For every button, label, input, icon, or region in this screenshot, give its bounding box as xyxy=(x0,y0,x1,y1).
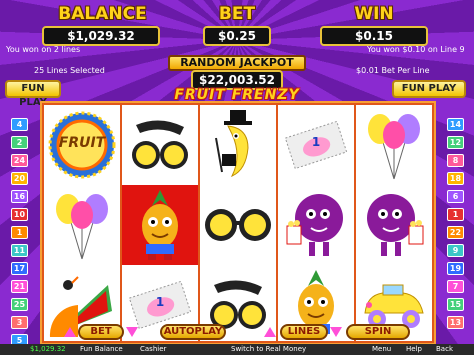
line-number[interactable]: 22 xyxy=(447,226,464,239)
ticket-symbol: 1 xyxy=(278,105,354,185)
reel-3 xyxy=(200,105,276,341)
won-lines-text: You won on 2 lines xyxy=(6,45,81,54)
line-number[interactable]: 1 xyxy=(11,226,28,239)
bet-per-line-text: $0.01 Bet Per Line xyxy=(356,66,430,75)
status-balance: $1,029.32 xyxy=(30,345,66,353)
line-number[interactable]: 3 xyxy=(11,316,28,329)
win-label: WIN xyxy=(354,4,394,24)
reel-2: 1 xyxy=(122,105,198,341)
line-numbers-left: 4 2 24 20 16 10 1 11 17 21 25 3 5 xyxy=(11,103,30,347)
line-number[interactable]: 20 xyxy=(11,172,28,185)
won-line-amount-text: You won $0.10 on Line 9 xyxy=(367,45,465,54)
line-number[interactable]: 13 xyxy=(447,316,464,329)
balloons-icon xyxy=(368,114,420,180)
line-number[interactable]: 24 xyxy=(11,154,28,167)
reel-4: 1 xyxy=(278,105,354,341)
line-number[interactable]: 1 xyxy=(447,208,464,221)
menu-link[interactable]: Menu xyxy=(372,345,391,353)
plum-symbol xyxy=(278,185,354,265)
line-number[interactable]: 18 xyxy=(447,172,464,185)
cashier-link[interactable]: Cashier xyxy=(140,345,166,353)
autoplay-button[interactable]: AUTOPLAY xyxy=(160,324,226,340)
switch-real-money-link[interactable]: Switch to Real Money xyxy=(231,345,306,353)
banana-character-icon xyxy=(215,110,252,177)
line-number[interactable]: 4 xyxy=(11,118,28,131)
line-number[interactable]: 25 xyxy=(11,298,28,311)
fruit-symbol-text: FRUIT xyxy=(58,135,106,151)
glasses-icon xyxy=(132,120,188,169)
line-number[interactable]: 14 xyxy=(447,118,464,131)
win-value: $0.15 xyxy=(320,26,428,46)
lines-selected-text: 25 Lines Selected xyxy=(34,66,105,75)
balloons-icon xyxy=(56,194,108,260)
fun-play-left-badge: FUN PLAY xyxy=(5,80,61,108)
line-number[interactable]: 11 xyxy=(11,244,28,257)
bet-label: BET xyxy=(218,4,256,24)
line-number[interactable]: 9 xyxy=(447,244,464,257)
reel-area: FRUIT 1 1 xyxy=(40,101,436,345)
glasses-symbol xyxy=(200,185,276,265)
ticket-number: 1 xyxy=(311,135,321,149)
plum-character-icon xyxy=(367,194,424,256)
bet-value: $0.25 xyxy=(203,26,271,46)
jackpot-label: RANDOM JACKPOT xyxy=(168,55,306,71)
line-number[interactable]: 19 xyxy=(447,262,464,275)
line-number[interactable]: 7 xyxy=(447,280,464,293)
line-number[interactable]: 17 xyxy=(11,262,28,275)
pineapple-character-icon xyxy=(142,190,178,260)
line-numbers-right: 14 12 8 18 6 1 22 9 19 7 15 13 xyxy=(447,103,466,343)
pineapple-symbol xyxy=(122,185,198,265)
line-number[interactable]: 12 xyxy=(447,136,464,149)
balance-value: $1,029.32 xyxy=(42,26,160,46)
line-number[interactable]: 21 xyxy=(11,280,28,293)
status-bar: $1,029.32 Fun Balance Cashier Switch to … xyxy=(0,344,474,355)
reel-1: FRUIT xyxy=(44,105,120,341)
line-number[interactable]: 16 xyxy=(11,190,28,203)
glasses-symbol xyxy=(122,105,198,185)
fruit-jackpot-symbol: FRUIT xyxy=(44,105,120,185)
plum-symbol xyxy=(356,185,432,265)
back-link[interactable]: Back xyxy=(436,345,453,353)
balance-label: BALANCE xyxy=(58,4,147,24)
bet-down-arrow-icon[interactable] xyxy=(64,327,76,337)
line-number[interactable]: 6 xyxy=(447,190,464,203)
banana-symbol xyxy=(200,105,276,185)
plum-character-icon xyxy=(286,194,343,256)
line-number[interactable]: 15 xyxy=(447,298,464,311)
balloons-symbol xyxy=(356,105,432,185)
line-number[interactable]: 8 xyxy=(447,154,464,167)
bet-button[interactable]: BET xyxy=(78,324,124,340)
bet-up-arrow-icon[interactable] xyxy=(126,327,138,337)
line-number[interactable]: 2 xyxy=(11,136,28,149)
fun-balance-link[interactable]: Fun Balance xyxy=(80,345,123,353)
spin-button[interactable]: SPIN xyxy=(346,324,410,340)
help-link[interactable]: Help xyxy=(406,345,422,353)
balloons-symbol xyxy=(44,185,120,265)
reel-5 xyxy=(356,105,432,341)
fun-play-right-badge: FUN PLAY xyxy=(392,80,466,98)
lines-down-arrow-icon[interactable] xyxy=(264,327,276,337)
line-number[interactable]: 10 xyxy=(11,208,28,221)
lines-up-arrow-icon[interactable] xyxy=(330,327,342,337)
glasses-icon xyxy=(205,209,271,241)
ticket-number: 1 xyxy=(155,295,165,309)
lines-button[interactable]: LINES xyxy=(280,324,328,340)
